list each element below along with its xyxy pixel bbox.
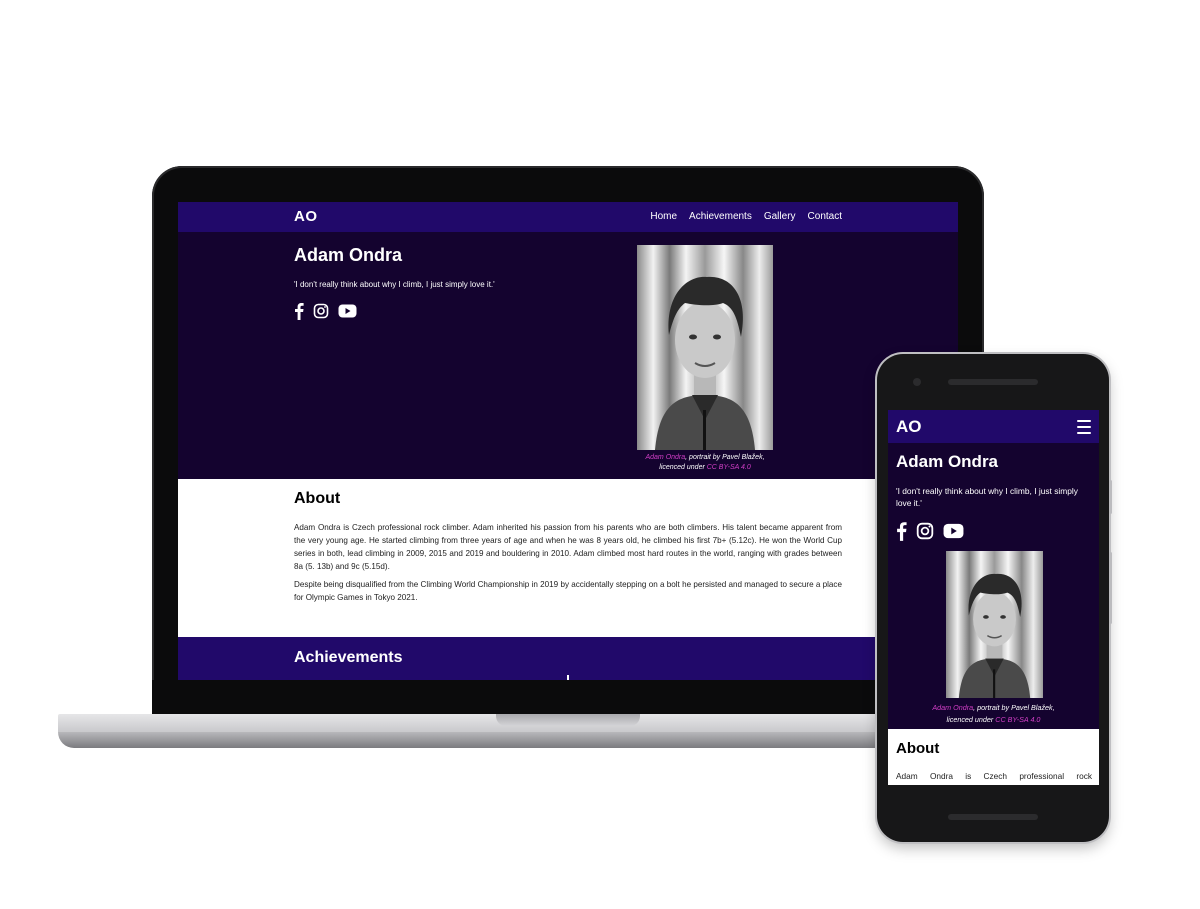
photo-caption: Adam Ondra, portrait by Pavel Blažek, li…: [908, 702, 1079, 726]
phone-power-button: [1109, 480, 1112, 514]
nav-contact[interactable]: Contact: [808, 211, 842, 222]
navbar: AO Home Achievements Gallery Contact: [178, 202, 958, 232]
about-section: About Adam Ondra is Czech professional r…: [178, 479, 958, 637]
hero-quote: 'I don't really think about why I climb,…: [896, 486, 1078, 508]
site-logo[interactable]: AO: [294, 208, 318, 225]
facebook-icon[interactable]: [896, 521, 907, 541]
hero-title: Adam Ondra: [294, 245, 403, 265]
phone-screen: AO Adam Ondra 'I don't really think abou…: [888, 410, 1099, 785]
hamburger-menu-icon[interactable]: [1077, 420, 1091, 438]
nav-achievements[interactable]: Achievements: [689, 211, 752, 222]
photo-caption: Adam Ondra, portrait by Pavel Blažek, li…: [618, 453, 792, 473]
nav-home[interactable]: Home: [650, 211, 677, 222]
mobile-hero-section: Adam Ondra 'I don't really think about w…: [888, 443, 1099, 729]
mobile-about-section: About Adam Ondra is Czech professional r…: [888, 729, 1099, 785]
caption-photo-link[interactable]: Adam Ondra: [645, 454, 685, 461]
instagram-icon[interactable]: [916, 522, 934, 540]
instagram-icon[interactable]: [313, 303, 329, 319]
nav-gallery[interactable]: Gallery: [764, 211, 796, 222]
hero-quote: 'I don't really think about why I climb,…: [294, 280, 495, 289]
social-links: [896, 521, 964, 541]
achievements-section: Achievements: [178, 637, 958, 680]
caption-text: , portrait by Pavel Blažek,: [973, 703, 1055, 712]
social-links: [294, 302, 357, 320]
mobile-navbar: AO: [888, 410, 1099, 443]
youtube-icon[interactable]: [338, 304, 357, 318]
front-camera-icon: [913, 378, 921, 386]
youtube-icon[interactable]: [943, 523, 964, 539]
about-title: About: [896, 740, 940, 757]
caption-license-text: licenced under: [946, 715, 996, 724]
facebook-icon[interactable]: [294, 302, 304, 320]
caption-license-link[interactable]: CC BY-SA 4.0: [707, 464, 751, 471]
phone-speaker: [948, 379, 1038, 385]
laptop-bezel-bottom: [152, 680, 984, 718]
about-text: Adam Ondra is Czech professional rock cl…: [294, 521, 842, 609]
about-paragraph: Adam Ondra is Czech professional rock cl…: [294, 523, 842, 571]
about-text-preview: Adam Ondra is Czech professional rock: [896, 771, 1092, 781]
phone-speaker-bottom: [948, 814, 1038, 820]
site-logo[interactable]: AO: [896, 417, 922, 437]
achievements-title: Achievements: [294, 649, 403, 666]
caption-license-link[interactable]: CC BY-SA 4.0: [995, 715, 1040, 724]
nav-menu: Home Achievements Gallery Contact: [650, 211, 842, 222]
phone-volume-button: [1109, 552, 1112, 624]
portrait-photo: [946, 551, 1043, 698]
portrait-photo: [637, 245, 773, 450]
about-paragraph: Despite being disqualified from the Clim…: [294, 580, 842, 602]
laptop-screen: AO Home Achievements Gallery Contact Ada…: [178, 202, 958, 680]
caption-text: , portrait by Pavel Blažek,: [685, 454, 765, 461]
laptop-notch: [496, 714, 640, 726]
hero-title: Adam Ondra: [896, 452, 999, 471]
caption-photo-link[interactable]: Adam Ondra: [932, 703, 973, 712]
caption-license-text: licenced under: [659, 464, 707, 471]
hero-section: Adam Ondra 'I don't really think about w…: [178, 232, 958, 479]
about-title: About: [294, 490, 341, 507]
